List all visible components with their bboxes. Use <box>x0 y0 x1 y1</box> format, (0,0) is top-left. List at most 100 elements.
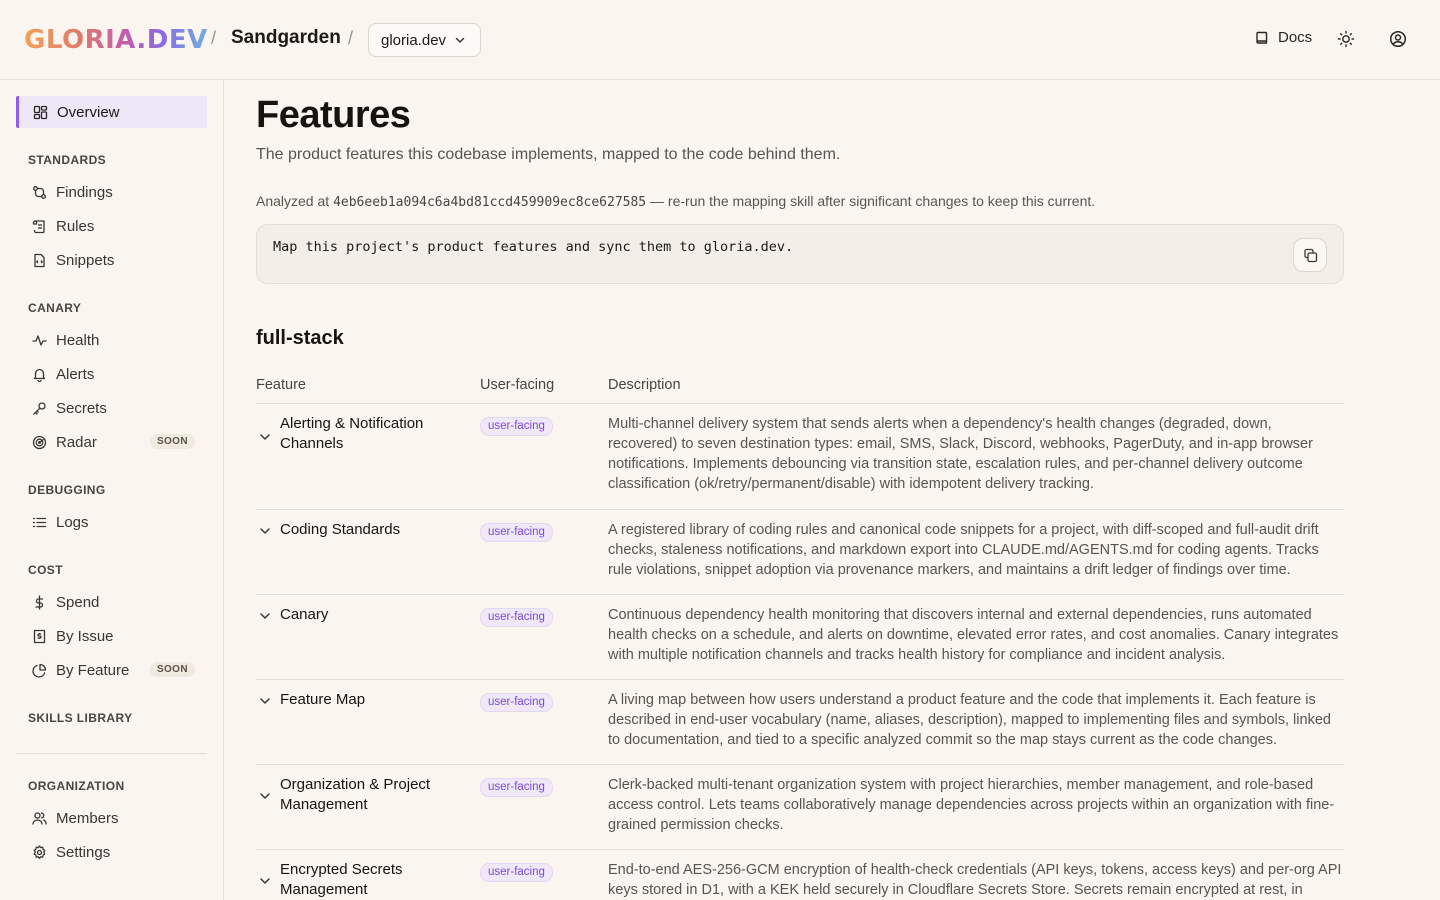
activity-icon <box>32 334 47 346</box>
user-facing-badge: user-facing <box>480 417 553 436</box>
feature-description: Clerk-backed multi-tenant organization s… <box>608 777 1335 833</box>
sidebar-item-settings[interactable]: Settings <box>32 841 197 863</box>
breadcrumb-separator: / <box>211 28 217 48</box>
soon-badge: SOON <box>149 434 195 449</box>
user-circle-icon[interactable] <box>1389 30 1407 48</box>
receipt-icon <box>33 629 46 643</box>
chevron-down-icon[interactable] <box>258 874 272 888</box>
group-title: full-stack <box>256 327 344 349</box>
soon-badge: SOON <box>149 662 195 677</box>
sidebar-item-spend[interactable]: Spend <box>32 591 197 613</box>
logo-text: GLORIA.DEV <box>24 25 208 55</box>
user-facing-badge: user-facing <box>480 863 553 882</box>
chevron-down-icon[interactable] <box>258 430 272 444</box>
sidebar-item-label: Findings <box>56 183 113 201</box>
sidebar-item-snippets[interactable]: Snippets <box>32 249 197 271</box>
main-content: Features The product features this codeb… <box>256 80 1344 900</box>
table-row[interactable]: Coding Standards user-facing A registere… <box>256 510 1344 595</box>
sidebar-item-secrets[interactable]: Secrets <box>32 397 197 419</box>
org-select-value: gloria.dev <box>381 31 447 49</box>
table-row[interactable]: Canary user-facing Continuous dependency… <box>256 595 1344 680</box>
sidebar-divider <box>16 753 207 754</box>
dashboard-icon <box>33 105 48 119</box>
key-icon <box>33 401 46 415</box>
sidebar-item-alerts[interactable]: Alerts <box>32 363 197 385</box>
prompt-text: Map this project's product features and … <box>273 239 794 255</box>
sidebar-item-label: Radar <box>56 433 97 451</box>
section-title-standards: STANDARDS <box>28 153 107 167</box>
project-name[interactable]: Sandgarden <box>231 27 341 49</box>
sidebar-item-radar[interactable]: Radar SOON <box>32 431 197 453</box>
scroll-icon <box>32 219 45 233</box>
feature-name: Organization & Project Management <box>280 776 431 813</box>
sidebar-item-label: Spend <box>56 593 100 611</box>
user-facing-badge: user-facing <box>480 693 553 712</box>
org-select[interactable]: gloria.dev <box>368 23 481 57</box>
sidebar-item-label: Snippets <box>56 251 115 269</box>
feature-name: Coding Standards <box>280 521 401 538</box>
section-title-organization: ORGANIZATION <box>28 779 125 793</box>
bell-icon <box>33 368 46 382</box>
table-row[interactable]: Feature Map user-facing A living map bet… <box>256 680 1344 765</box>
sidebar-item-overview[interactable]: Overview <box>16 96 207 128</box>
chevron-down-icon[interactable] <box>258 789 272 803</box>
sidebar-item-by-issue[interactable]: By Issue <box>32 625 197 647</box>
table-row[interactable]: Alerting & Notification Channels user-fa… <box>256 404 1344 510</box>
sidebar-item-label: Members <box>56 809 119 827</box>
commit-hash: 4eb6eeb1a094c6a4bd81ccd459909ec8ce627585 <box>333 195 647 210</box>
copy-button[interactable] <box>1293 238 1327 272</box>
chevron-down-icon[interactable] <box>258 609 272 623</box>
sidebar-item-label: Logs <box>56 513 89 531</box>
sidebar-item-label: By Issue <box>56 627 114 645</box>
section-title-canary: CANARY <box>28 301 82 315</box>
docs-link[interactable]: Docs <box>1254 29 1312 46</box>
radar-icon <box>32 435 47 449</box>
analyzed-note: Analyzed at 4eb6eeb1a094c6a4bd81ccd45990… <box>256 193 1095 210</box>
feature-description: Multi-channel delivery system that sends… <box>608 416 1313 492</box>
user-facing-badge: user-facing <box>480 608 553 627</box>
sidebar-item-label: By Feature <box>56 661 130 679</box>
table-row[interactable]: Encrypted Secrets Management user-facing… <box>256 850 1344 900</box>
sidebar-item-label: Secrets <box>56 399 107 417</box>
breadcrumb-separator: / <box>348 28 354 48</box>
feature-name: Feature Map <box>280 691 366 708</box>
pie-chart-icon <box>32 663 47 678</box>
page-subtitle: The product features this codebase imple… <box>256 146 841 163</box>
sidebar-item-label: Overview <box>57 103 120 121</box>
sidebar-item-rules[interactable]: Rules <box>32 215 197 237</box>
section-title-cost: COST <box>28 563 63 577</box>
sun-icon[interactable] <box>1337 30 1355 48</box>
prompt-code-block: Map this project's product features and … <box>256 224 1344 284</box>
table-row[interactable]: Organization & Project Management user-f… <box>256 765 1344 850</box>
logo[interactable]: GLORIA.DEV <box>24 24 208 56</box>
sidebar-item-members[interactable]: Members <box>32 807 197 829</box>
section-title-debugging: DEBUGGING <box>28 483 106 497</box>
chevron-down-icon[interactable] <box>258 694 272 708</box>
feature-description: A living map between how users understan… <box>608 692 1331 748</box>
analyzed-suffix: — re-run the mapping skill after signifi… <box>646 193 1096 209</box>
users-icon <box>32 811 47 825</box>
git-compare-icon <box>33 185 46 199</box>
feature-description: A registered library of coding rules and… <box>608 522 1319 578</box>
sidebar-item-logs[interactable]: Logs <box>32 511 197 533</box>
column-header-description: Description <box>608 377 681 393</box>
list-icon <box>32 517 47 527</box>
sidebar-item-by-feature[interactable]: By Feature SOON <box>32 659 197 681</box>
chevron-down-icon[interactable] <box>258 524 272 538</box>
feature-name: Canary <box>280 606 329 623</box>
sidebar-item-label: Settings <box>56 843 111 861</box>
feature-name: Alerting & Notification Channels <box>280 415 424 452</box>
section-title-skills-library[interactable]: SKILLS LIBRARY <box>28 711 133 725</box>
docs-label: Docs <box>1278 29 1313 46</box>
column-header-user-facing: User-facing <box>480 377 555 393</box>
sidebar-item-label: Rules <box>56 217 95 235</box>
sidebar-item-health[interactable]: Health <box>32 329 197 351</box>
user-facing-badge: user-facing <box>480 778 553 797</box>
book-icon <box>1256 31 1268 44</box>
feature-description: Continuous dependency health monitoring … <box>608 607 1339 663</box>
file-code-icon <box>34 253 45 267</box>
copy-icon <box>1303 248 1317 262</box>
sidebar: Overview STANDARDS Findings Rules Snippe… <box>0 80 224 900</box>
sidebar-item-findings[interactable]: Findings <box>32 181 197 203</box>
feature-name: Encrypted Secrets Management <box>280 861 403 898</box>
